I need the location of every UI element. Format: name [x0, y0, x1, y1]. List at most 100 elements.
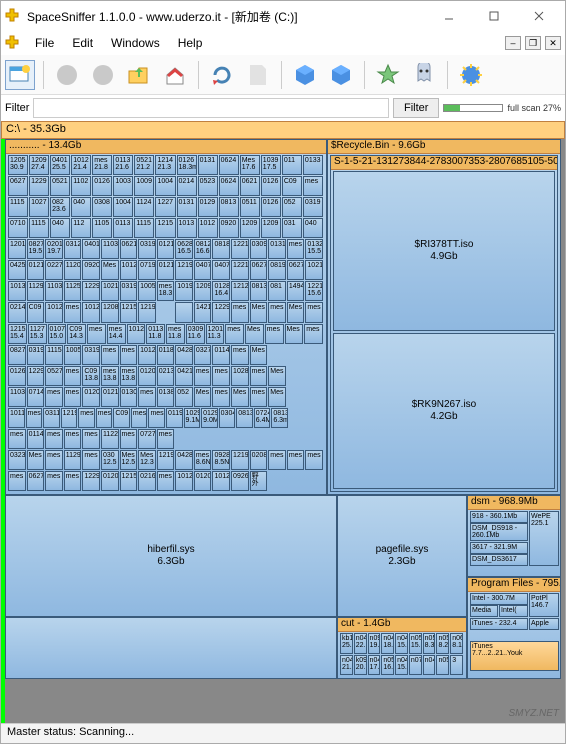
grid-cell[interactable]: Mes — [250, 345, 268, 365]
grid-cell[interactable]: 1019 — [175, 281, 193, 301]
window-close-button[interactable] — [516, 2, 561, 30]
grid-cell[interactable]: mes — [268, 302, 286, 322]
grid-cell[interactable]: 010715.0 — [48, 324, 67, 344]
grid-cell[interactable]: 0213 — [157, 366, 175, 386]
grid-cell[interactable]: C09 — [113, 408, 130, 428]
grid-cell[interactable]: 0126 — [261, 197, 281, 217]
block-apple[interactable]: Apple — [529, 618, 559, 630]
grid-cell[interactable]: 121421.3 — [155, 155, 175, 175]
grid-cell[interactable] — [175, 302, 193, 322]
grid-cell[interactable]: 0527 — [45, 366, 63, 386]
grid-cell[interactable]: 082719.5 — [27, 239, 45, 259]
grid-cell[interactable]: mes8.6N — [194, 450, 212, 470]
grid-cell[interactable]: mes — [148, 408, 165, 428]
grid-cell[interactable]: n048 — [423, 655, 436, 676]
block-iso2[interactable]: $RK9N267.iso4.2Gb — [333, 333, 555, 489]
grid-cell[interactable]: mes — [212, 366, 230, 386]
grid-cell[interactable]: kb1425.6 — [340, 633, 353, 654]
grid-cell[interactable]: Mes — [245, 324, 264, 344]
grid-cell[interactable]: 0119 — [166, 408, 183, 428]
grid-cell[interactable]: 0131 — [198, 155, 218, 175]
grid-cell[interactable]: 1103 — [8, 387, 26, 407]
grid-cell[interactable]: 08223.6 — [50, 197, 70, 217]
grid-cell[interactable]: 1021 — [305, 260, 323, 280]
grid-cell[interactable]: Mes — [27, 450, 45, 470]
grid-cell[interactable]: 103917.5 — [261, 155, 281, 175]
grid-cell[interactable]: Mes12.3 — [138, 450, 156, 470]
grid-cell[interactable]: 0813 — [236, 408, 253, 428]
grid-cell[interactable]: 0624 — [219, 176, 239, 196]
grid-cell[interactable]: mes — [231, 345, 249, 365]
grid-cell[interactable]: 0323 — [8, 450, 26, 470]
grid-cell[interactable]: mes — [225, 324, 244, 344]
block-recycle-bin[interactable]: $Recycle.Bin - 9.6Gb S-1-5-21-131273844-… — [327, 139, 561, 495]
grid-cell[interactable]: 0319 — [27, 345, 45, 365]
grid-cell[interactable]: 野外 — [250, 471, 268, 491]
home-button[interactable] — [160, 60, 190, 90]
grid-cell[interactable]: 052 — [175, 387, 193, 407]
mdi-restore-button[interactable]: ❐ — [525, 36, 541, 50]
path-bar[interactable]: C:\ - 35.3Gb — [1, 121, 565, 139]
grid-cell[interactable]: n0538.3M — [423, 633, 436, 654]
grid-cell[interactable]: Mes — [250, 302, 268, 322]
grid-cell[interactable]: mes — [212, 387, 230, 407]
grid-cell[interactable]: mes — [250, 366, 268, 386]
grid-cell[interactable]: mes — [78, 408, 95, 428]
grid-cell[interactable]: 1012 — [212, 471, 230, 491]
grid-cell[interactable]: 0819 — [268, 260, 286, 280]
grid-cell[interactable]: 1129 — [27, 281, 45, 301]
grid-cell[interactable]: 08136.3m — [271, 408, 288, 428]
grid-cell[interactable]: 101221.4 — [71, 155, 91, 175]
grid-cell[interactable]: 0511 — [240, 197, 260, 217]
grid-cell[interactable]: 040 — [71, 197, 91, 217]
grid-cell[interactable]: 0312 — [64, 239, 82, 259]
grid-cell[interactable]: n04521.7M — [340, 655, 353, 676]
grid-cell[interactable]: 1219 — [61, 408, 78, 428]
grid-cell[interactable]: n04218.6 — [381, 633, 394, 654]
mdi-close-button[interactable]: ✕ — [545, 36, 561, 50]
block-dsm-ds918[interactable]: DSM_DS918 - 260.1Mb — [470, 523, 528, 541]
grid-cell[interactable]: 0120 — [138, 366, 156, 386]
grid-cell[interactable]: 0407 — [194, 260, 212, 280]
window-minimize-button[interactable] — [426, 2, 471, 30]
grid-cell[interactable]: 0719 — [138, 260, 156, 280]
grid-cell[interactable]: 0627 — [27, 471, 45, 491]
folder-up-button[interactable] — [124, 60, 154, 90]
grid-cell[interactable]: 1012 — [198, 218, 218, 238]
grid-cell[interactable]: 0121 — [157, 260, 175, 280]
grid-cell[interactable]: 052121.2 — [134, 155, 154, 175]
grid-cell[interactable]: n053 — [436, 655, 449, 676]
grid-cell[interactable]: mes14.4 — [107, 324, 126, 344]
grid-cell[interactable]: n04322.1 — [354, 633, 367, 654]
grid-cell[interactable]: k0920.7 — [354, 655, 367, 676]
grid-cell[interactable]: 062816.5 — [175, 239, 193, 259]
grid-cell[interactable]: 1229 — [27, 366, 45, 386]
block-iso1[interactable]: $RI378TT.iso4.9Gb — [333, 171, 555, 331]
grid-cell[interactable]: n05915.9 — [409, 633, 422, 654]
grid-cell[interactable]: 0624 — [219, 155, 239, 175]
grid-cell[interactable]: 1011 — [8, 408, 25, 428]
grid-cell[interactable]: mes — [45, 429, 63, 449]
grid-cell[interactable]: 1013 — [177, 218, 197, 238]
grid-cell[interactable]: 1115 — [29, 218, 49, 238]
grid-cell[interactable]: 0126 — [8, 366, 26, 386]
grid-cell[interactable]: 1125 — [64, 281, 82, 301]
grid-cell[interactable]: mes — [87, 324, 106, 344]
grid-cell[interactable]: mes — [45, 387, 63, 407]
grid-cell[interactable]: 012618.3m — [177, 155, 197, 175]
grid-cell[interactable]: 0216 — [138, 471, 156, 491]
grid-cell[interactable]: mes — [64, 366, 82, 386]
grid-cell[interactable]: 0523 — [198, 176, 218, 196]
grid-cell[interactable]: 1003 — [113, 176, 133, 196]
block-unknown-folder[interactable]: ........... - 13.4Gb 120530.9120927.4040… — [5, 139, 327, 495]
grid-cell[interactable]: 0920 — [82, 260, 100, 280]
grid-cell[interactable]: 0118 — [157, 345, 175, 365]
grid-cell[interactable]: n0618.1M — [450, 633, 463, 654]
grid-cell[interactable]: 020119.7 — [45, 239, 63, 259]
grid-cell[interactable]: 120530.9 — [8, 155, 28, 175]
grid-cell[interactable]: mes — [96, 408, 113, 428]
grid-cell[interactable]: 1227 — [155, 197, 175, 217]
block-itunes[interactable]: iTunes7.7...2..21..Youk — [470, 641, 559, 671]
block-program-files[interactable]: Program Files - 795.7 Intel - 300.7M Med… — [467, 577, 561, 679]
grid-cell[interactable]: 1209 — [261, 218, 281, 238]
